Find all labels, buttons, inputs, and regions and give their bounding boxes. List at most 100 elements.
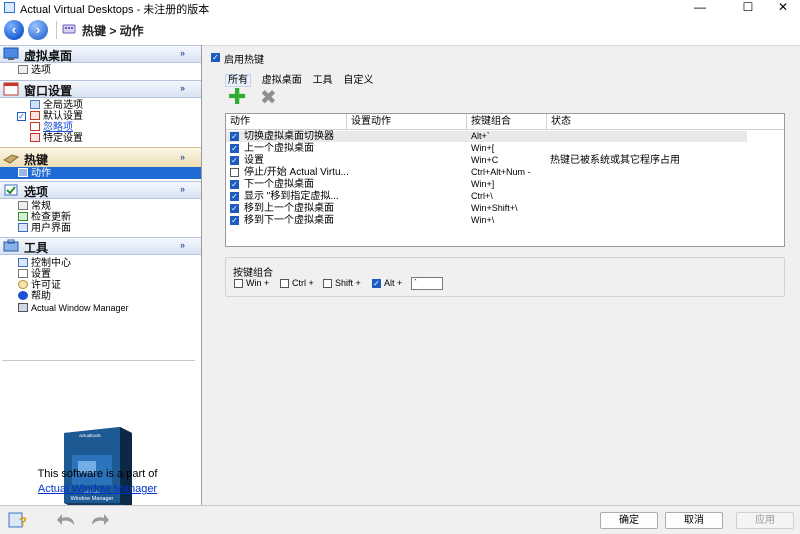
sidebar-item-global-options[interactable]: 全局选项	[30, 100, 83, 111]
win-modifier-checkbox[interactable]	[234, 279, 243, 288]
sidebar-item-default-settings[interactable]: 默认设置	[30, 111, 83, 122]
bottom-bar: ? 确定 取消 应用	[0, 505, 800, 534]
hotkey-icon	[62, 24, 76, 34]
sidebar-item-actions[interactable]: 动作	[18, 168, 51, 179]
row-key-combo: Ctrl+Alt+Num -	[471, 167, 531, 177]
section-header-virtual-desktops[interactable]: 虚拟桌面 »	[0, 45, 201, 63]
update-icon	[18, 212, 28, 221]
sidebar-item-help[interactable]: 帮助	[18, 291, 51, 302]
checkmark-icon: ✓	[17, 112, 26, 121]
sidebar-item-exclusions[interactable]: 忽略项	[30, 122, 73, 133]
win-modifier-label: Win +	[246, 278, 270, 288]
shift-modifier-label: Shift +	[335, 278, 361, 288]
tab-custom[interactable]: 自定义	[343, 75, 373, 86]
hotkey-group-title: 按键组合	[233, 268, 273, 279]
shift-modifier-checkbox[interactable]	[323, 279, 332, 288]
close-button[interactable]: ✕	[763, 0, 800, 15]
section-title: 热键	[24, 153, 49, 167]
desktop-icon	[3, 47, 19, 60]
nav-separator	[56, 21, 57, 39]
specific-settings-icon	[30, 133, 40, 142]
options-icon	[18, 65, 28, 74]
sidebar-item-license[interactable]: 许可证	[18, 280, 61, 291]
sidebar-item-settings[interactable]: 设置	[18, 269, 51, 280]
section-title: 虚拟桌面	[24, 49, 73, 63]
window-manager-icon	[18, 303, 28, 312]
sidebar-item-label: 特定设置	[43, 133, 83, 144]
sidebar-item-general[interactable]: 常规	[18, 201, 51, 212]
minimize-button[interactable]: —	[680, 0, 720, 15]
app-icon	[4, 2, 15, 13]
add-icon[interactable]: ✚	[228, 86, 246, 108]
sidebar-item-check-updates[interactable]: 检查更新	[18, 212, 71, 223]
action-icon	[18, 168, 28, 177]
column-header-action[interactable]: 动作	[226, 114, 347, 129]
key-input[interactable]: `	[411, 277, 443, 290]
apply-button[interactable]: 应用	[736, 512, 794, 529]
key-icon	[18, 280, 28, 289]
ui-icon	[18, 223, 28, 232]
globe-icon	[30, 100, 40, 109]
sidebar-item-label: 检查更新	[31, 212, 71, 223]
column-header-key-combo[interactable]: 按键组合	[467, 114, 547, 129]
keyboard-icon	[3, 154, 19, 164]
chevron-collapse-icon[interactable]: »	[180, 240, 185, 250]
enable-hotkeys-label: 启用热键	[224, 55, 264, 66]
sidebar-item-label: 设置	[31, 269, 51, 280]
chevron-collapse-icon[interactable]: »	[180, 152, 185, 162]
sidebar-item-actual-window-manager[interactable]: Actual Window Manager	[18, 303, 129, 314]
sidebar-item-label: 默认设置	[43, 111, 83, 122]
chevron-collapse-icon[interactable]: »	[180, 83, 185, 93]
tab-tools[interactable]: 工具	[313, 75, 333, 86]
section-title: 窗口设置	[24, 84, 73, 98]
forward-button[interactable]: ›	[28, 20, 48, 40]
row-key-combo: Win+\	[471, 215, 495, 225]
sidebar-item-specific-settings[interactable]: 特定设置	[30, 133, 83, 144]
row-action-name: 停止/开始 Actual Virtu...	[244, 167, 349, 178]
section-header-hotkeys[interactable]: 热键 »	[0, 147, 201, 169]
row-checkbox[interactable]: ✓	[230, 204, 239, 213]
section-header-tools[interactable]: 工具 »	[0, 237, 201, 255]
sidebar-item-label: Actual Window Manager	[31, 303, 129, 313]
row-checkbox[interactable]: ✓	[230, 192, 239, 201]
tab-virtual-desktops[interactable]: 虚拟桌面	[262, 75, 302, 86]
cancel-button[interactable]: 取消	[665, 512, 723, 529]
row-key-combo: Alt+`	[471, 131, 490, 141]
sidebar-item-label: 用户界面	[31, 223, 71, 234]
sidebar-item-user-interface[interactable]: 用户界面	[18, 223, 71, 234]
tools-icon	[3, 239, 19, 252]
row-checkbox[interactable]: ✓	[230, 180, 239, 189]
sidebar-item-label: 选项	[31, 65, 51, 76]
row-key-combo: Ctrl+\	[471, 191, 493, 201]
row-checkbox[interactable]: ✓	[230, 132, 239, 141]
sidebar-divider	[2, 360, 195, 361]
help-question-icon[interactable]: ?	[8, 511, 28, 529]
enable-hotkeys-checkbox[interactable]: ✓	[211, 53, 220, 62]
row-key-combo: Win+]	[471, 179, 495, 189]
back-button[interactable]: ‹	[4, 20, 24, 40]
section-header-window-settings[interactable]: 窗口设置 »	[0, 80, 201, 98]
row-checkbox[interactable]: ✓	[230, 144, 239, 153]
delete-icon[interactable]: ✖	[260, 87, 277, 109]
section-header-options[interactable]: 选项 »	[0, 181, 201, 199]
ok-button[interactable]: 确定	[600, 512, 658, 529]
row-key-combo: Win+[	[471, 143, 495, 153]
alt-modifier-checkbox[interactable]: ✓	[372, 279, 381, 288]
sidebar-item-options[interactable]: 选项	[18, 65, 51, 76]
row-checkbox[interactable]: ✓	[230, 156, 239, 165]
sidebar-item-control-center[interactable]: 控制中心	[18, 258, 71, 269]
promo-link[interactable]: Actual Window Manager	[0, 483, 195, 495]
undo-icon[interactable]	[56, 512, 78, 528]
column-header-set-action[interactable]: 设置动作	[347, 114, 467, 129]
maximize-button[interactable]: ☐	[728, 0, 768, 15]
redo-icon[interactable]	[88, 512, 110, 528]
promo-text: This software is a part of	[37, 468, 158, 480]
column-header-status[interactable]: 状态	[547, 114, 784, 129]
row-checkbox[interactable]: ✓	[230, 216, 239, 225]
sidebar-item-label: 全局选项	[43, 100, 83, 111]
row-checkbox[interactable]	[230, 168, 239, 177]
chevron-collapse-icon[interactable]: »	[180, 48, 185, 58]
row-action-name: 设置	[244, 155, 264, 166]
ctrl-modifier-checkbox[interactable]	[280, 279, 289, 288]
chevron-collapse-icon[interactable]: »	[180, 184, 185, 194]
